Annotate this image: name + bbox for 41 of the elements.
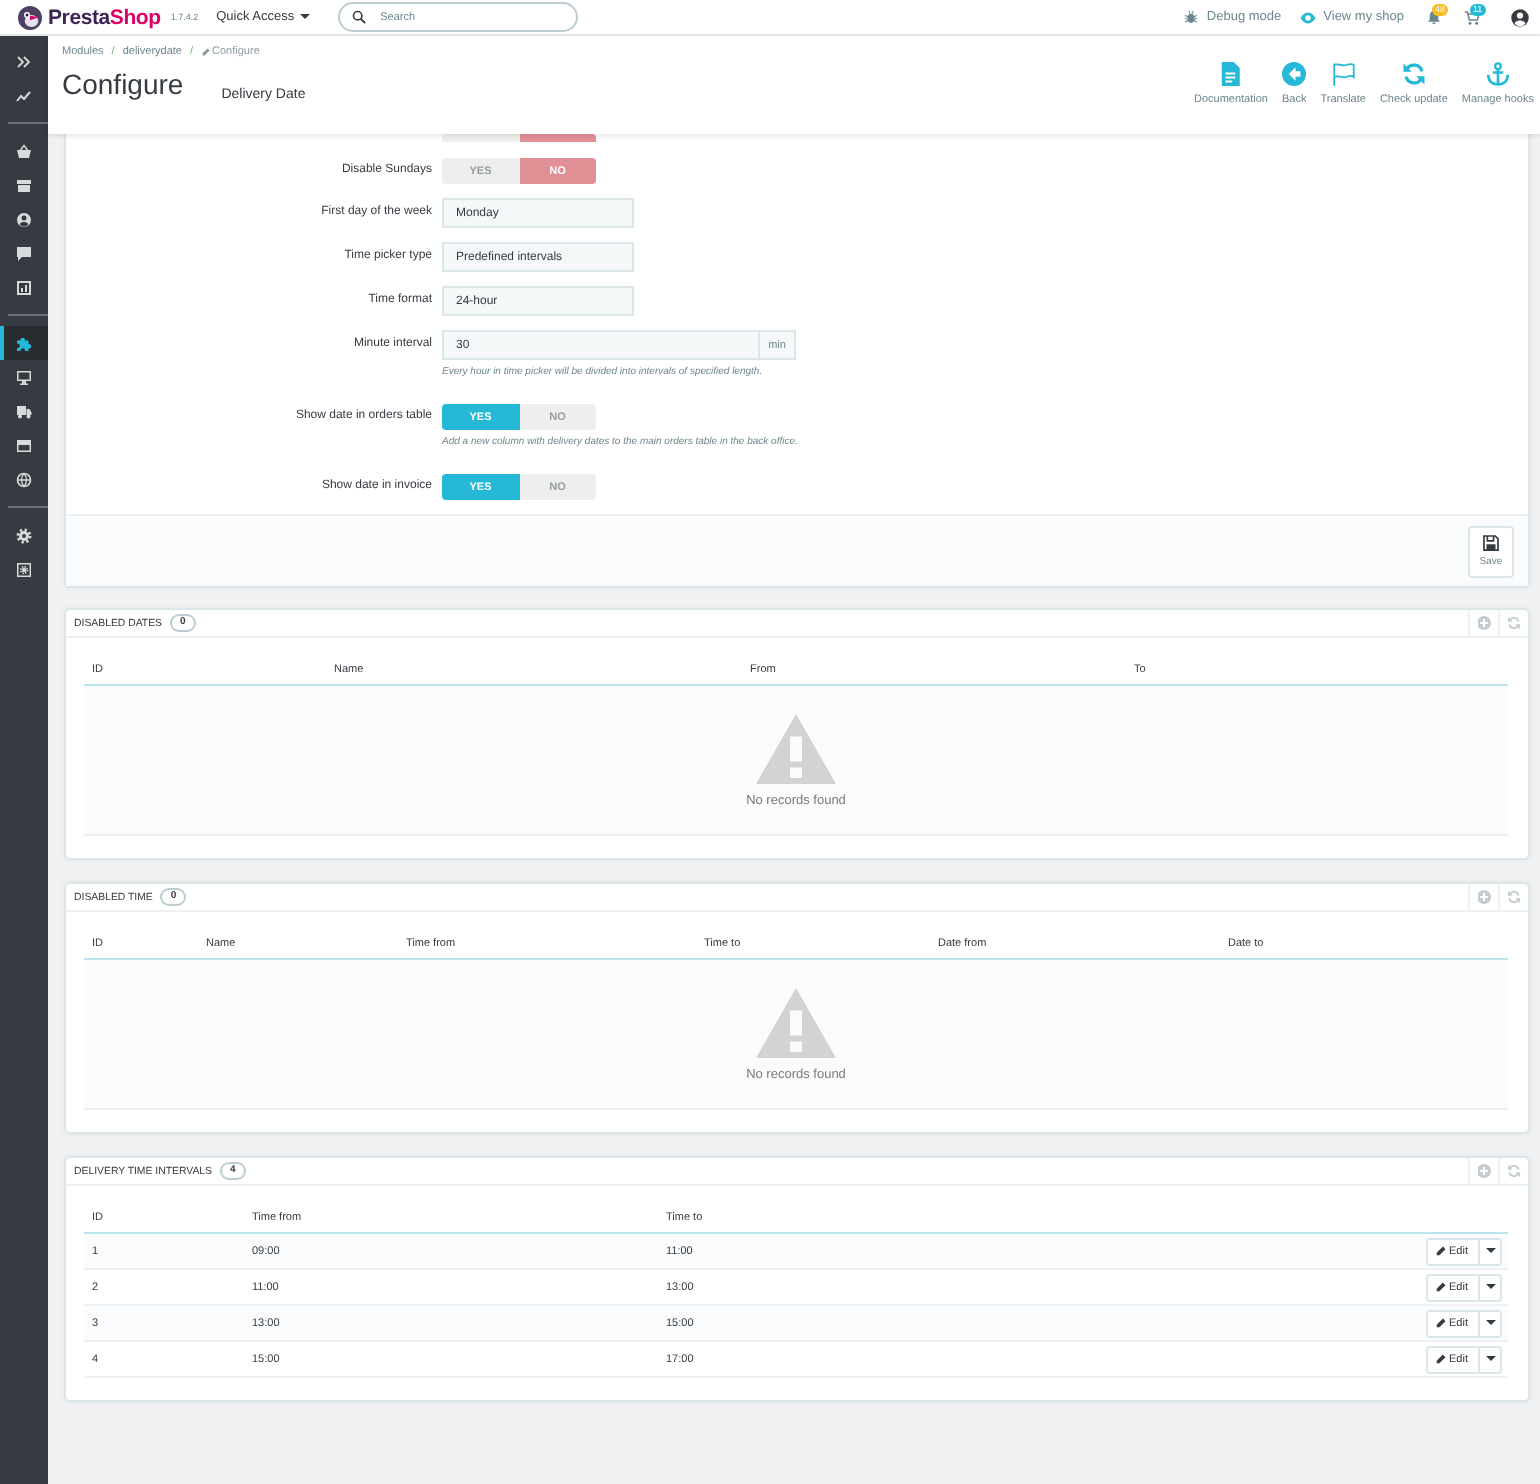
basket-icon	[16, 143, 32, 159]
dropdown-toggle[interactable]	[1480, 1273, 1502, 1301]
refresh-icon	[1401, 62, 1426, 86]
pencil-icon	[1435, 1282, 1446, 1292]
cart-icon[interactable]	[1464, 9, 1480, 25]
caret-icon	[300, 14, 311, 20]
bug-icon	[1184, 10, 1199, 24]
monitor-icon	[16, 369, 32, 385]
globe-icon	[16, 471, 32, 487]
sidebar-item[interactable]	[0, 326, 48, 360]
pencil-icon	[1435, 1318, 1446, 1328]
anchor-icon	[1485, 62, 1510, 86]
trend-line-icon	[16, 87, 32, 103]
caret-icon	[1485, 1356, 1495, 1362]
logo-icon	[18, 5, 42, 29]
boxed-gear-icon	[16, 561, 32, 577]
chart-icon	[16, 279, 32, 295]
logo-wordmark: PrestaShop	[48, 5, 161, 29]
gear-icon	[16, 527, 32, 543]
pencil-icon	[1435, 1354, 1446, 1364]
speech-bubble-icon	[16, 245, 32, 261]
double-chevron-icon	[16, 53, 32, 69]
dropdown-toggle[interactable]	[1480, 1345, 1502, 1373]
warning-icon	[756, 713, 836, 783]
dropdown-toggle[interactable]	[1480, 1309, 1502, 1337]
document-icon	[1218, 62, 1243, 86]
store-icon	[16, 177, 32, 193]
caret-icon	[1485, 1284, 1495, 1290]
page-title: Configure	[62, 68, 184, 102]
credit-card-icon	[16, 437, 32, 453]
dropdown-toggle[interactable]	[1480, 1237, 1502, 1265]
truck-icon	[16, 403, 32, 419]
search-icon	[352, 10, 367, 24]
flag-icon	[1331, 62, 1356, 86]
caret-icon	[1485, 1248, 1495, 1254]
caret-icon	[1485, 1320, 1495, 1326]
pencil-icon	[1435, 1246, 1446, 1256]
warning-icon	[756, 987, 836, 1057]
pencil-icon	[201, 48, 210, 56]
back-arrow-icon	[1282, 62, 1307, 86]
puzzle-piece-icon	[16, 335, 32, 351]
